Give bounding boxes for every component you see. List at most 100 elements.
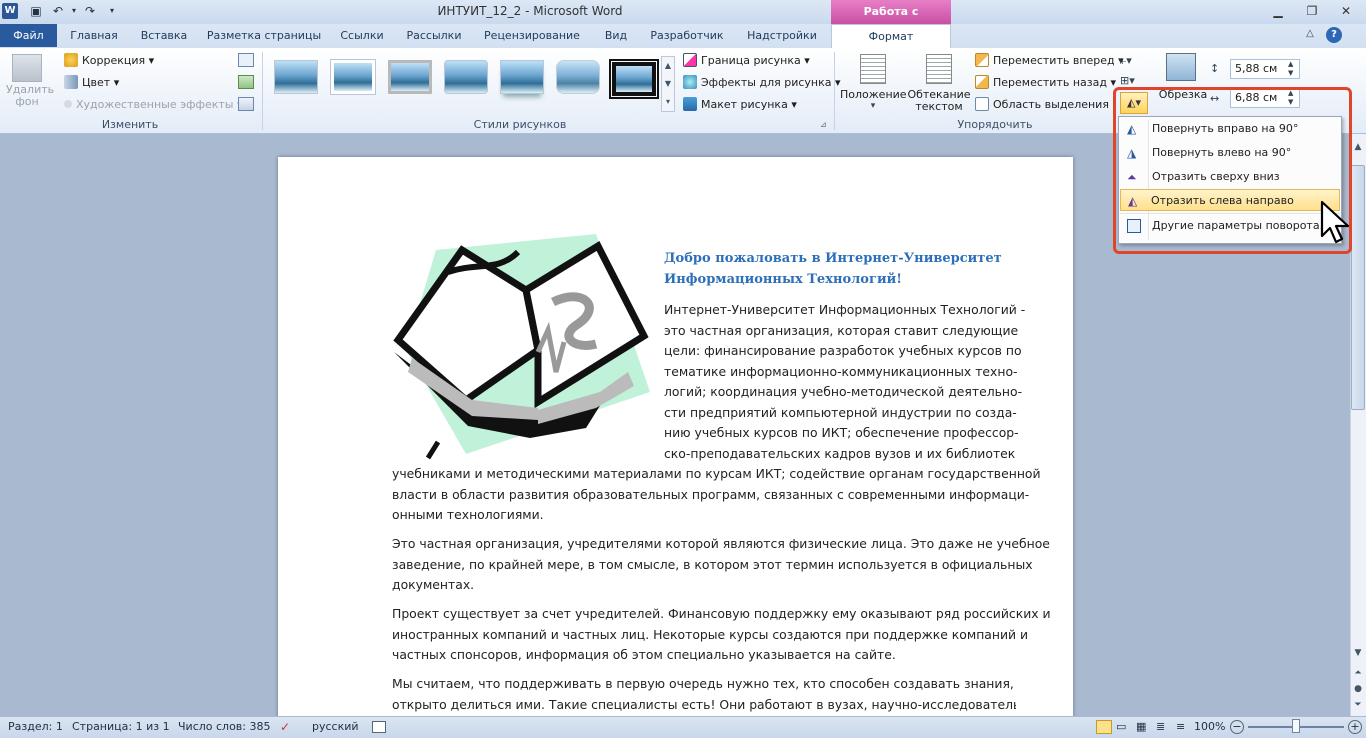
picture-style-thumb[interactable] (274, 60, 318, 94)
picture-style-thumb[interactable] (556, 60, 600, 94)
macro-record-icon[interactable] (372, 721, 386, 733)
book-clipart-image[interactable] (388, 232, 656, 460)
picture-style-thumb[interactable] (331, 60, 375, 94)
color-button[interactable]: Цвет ▾ (64, 74, 119, 92)
correction-label: Коррекция (82, 54, 146, 67)
crop-icon[interactable] (1166, 53, 1196, 81)
select-browse-object-icon[interactable]: ● (1351, 684, 1365, 698)
group-label-picture-styles: Стили рисунков (473, 118, 567, 131)
word-app-icon[interactable]: W (2, 3, 18, 19)
zoom-in-icon[interactable]: + (1348, 720, 1362, 734)
picture-effects-button[interactable]: Эффекты для рисунка ▾ (683, 74, 841, 92)
selection-pane-label: Область выделения (993, 98, 1109, 111)
selection-pane-button[interactable]: Область выделения (975, 96, 1109, 114)
scroll-thumb[interactable] (1351, 165, 1365, 410)
text-line: сти предприятий компьютерной индустрии п… (664, 404, 1017, 420)
compress-pictures-icon[interactable] (238, 53, 254, 67)
text-line: логий; координация учебно-методической д… (664, 384, 1023, 399)
remove-background-button[interactable]: Удалить фон (6, 52, 54, 114)
status-language[interactable]: русский (312, 719, 359, 735)
spelling-check-icon[interactable]: ✓ (280, 719, 290, 735)
zoom-out-icon[interactable]: − (1230, 720, 1244, 734)
outline-view-icon[interactable]: ≣ (1156, 719, 1165, 735)
picture-layout-icon (683, 97, 697, 111)
previous-page-icon[interactable]: ⏶ (1351, 668, 1365, 682)
picture-style-thumb[interactable] (388, 60, 432, 94)
tab-format[interactable]: Формат (831, 24, 951, 49)
redo-icon[interactable]: ↷ (82, 3, 98, 19)
dialog-launcher-icon[interactable]: ⊿ (820, 120, 830, 130)
highlight-annotation-box (1113, 87, 1352, 254)
picture-border-button[interactable]: Граница рисунка ▾ (683, 52, 810, 70)
undo-icon[interactable]: ↶ (50, 3, 66, 19)
wrap-text-icon (926, 54, 952, 84)
save-icon[interactable]: ▣ (28, 3, 44, 19)
tab-review[interactable]: Рецензирование (478, 24, 586, 48)
customize-qat-icon[interactable]: ▾ (104, 3, 120, 19)
close-icon[interactable]: ✕ (1334, 2, 1358, 20)
tab-mailings[interactable]: Рассылки (400, 24, 468, 48)
text-line: иностранных компаний и частных лиц. Неко… (392, 626, 1029, 642)
styles-gallery-scroll[interactable]: ▲ ▼ ▾ (661, 56, 675, 112)
change-picture-icon[interactable] (238, 75, 254, 89)
text-line: власти в области развития образовательны… (392, 486, 1030, 502)
bring-forward-label: Переместить вперед (993, 54, 1115, 67)
send-backward-icon (975, 75, 989, 89)
position-button[interactable]: Положение ▾ (840, 52, 907, 116)
send-backward-button[interactable]: Переместить назад ▾ (975, 74, 1116, 92)
group-label-change: Изменить (101, 118, 159, 131)
tab-home[interactable]: Главная (64, 24, 124, 48)
bring-forward-icon (975, 53, 989, 67)
text-line: Это частная организация, учредителями ко… (392, 536, 1050, 551)
tab-references[interactable]: Ссылки (334, 24, 390, 48)
tab-page-layout[interactable]: Разметка страницы (204, 24, 324, 48)
picture-border-label: Граница рисунка (701, 54, 801, 67)
full-screen-view-icon[interactable]: ▭ (1116, 719, 1126, 735)
position-icon (860, 54, 886, 84)
picture-style-thumb-selected[interactable] (609, 59, 659, 99)
bring-forward-button[interactable]: Переместить вперед ▾ (975, 52, 1124, 70)
group-objects-icon[interactable]: ⊞▾ (1120, 74, 1146, 88)
remove-background-label-2: фон (15, 95, 39, 108)
tab-addins[interactable]: Надстройки (740, 24, 824, 48)
scroll-down-icon[interactable]: ▼ (1351, 648, 1365, 664)
document-heading: Добро пожаловать в Интернет-Университет … (664, 251, 1002, 287)
scroll-up-icon[interactable]: ▲ (1351, 142, 1365, 158)
web-layout-view-icon[interactable]: ▦ (1136, 719, 1146, 735)
next-page-icon[interactable]: ⏷ (1351, 700, 1365, 714)
minimize-icon[interactable]: ▁ (1266, 2, 1290, 20)
tab-developer[interactable]: Разработчик (644, 24, 730, 48)
restore-icon[interactable]: ❐ (1300, 2, 1324, 20)
print-layout-view-icon[interactable] (1096, 720, 1112, 734)
text-line: онными технологиями. (392, 507, 544, 522)
status-page[interactable]: Страница: 1 из 1 (72, 719, 170, 735)
wrap-text-button[interactable]: Обтекание текстом (906, 52, 972, 116)
picture-style-thumb[interactable] (444, 60, 488, 94)
picture-layout-button[interactable]: Макет рисунка ▾ (683, 96, 797, 114)
status-section[interactable]: Раздел: 1 (8, 719, 63, 735)
align-icon[interactable]: ⫦▾ (1120, 54, 1146, 68)
zoom-level[interactable]: 100% (1194, 719, 1225, 735)
text-line: частных спонсоров, информация об этом сп… (392, 647, 896, 662)
tab-view[interactable]: Вид (596, 24, 636, 48)
paragraph-4: Мы считаем, что поддерживать в первую оч… (392, 674, 1016, 716)
status-word-count[interactable]: Число слов: 385 (178, 719, 271, 735)
tab-file[interactable]: Файл (0, 24, 57, 47)
zoom-slider-thumb[interactable] (1292, 719, 1300, 733)
group-separator (262, 52, 263, 130)
draft-view-icon[interactable]: ≡ (1176, 719, 1185, 735)
help-icon[interactable]: ? (1326, 27, 1342, 43)
minimize-ribbon-icon[interactable]: △ (1302, 28, 1318, 44)
text-line: документах. (392, 577, 475, 592)
tab-insert[interactable]: Вставка (134, 24, 194, 48)
picture-style-thumb[interactable] (500, 60, 544, 94)
undo-dropdown-icon[interactable]: ▾ (66, 3, 82, 19)
artistic-effects-button[interactable]: Художественные эффекты ▾ (64, 96, 242, 114)
remove-background-icon (12, 54, 42, 82)
correction-button[interactable]: Коррекция ▾ (64, 52, 154, 70)
height-spinner[interactable]: ▲ ▼ (1288, 60, 1298, 78)
text-line: ско-преподавательских кадров вузов и их … (664, 445, 1016, 461)
reset-picture-icon[interactable] (238, 97, 254, 111)
position-label: Положение (840, 88, 907, 101)
picture-tools-context-header: Работа с рисунками (831, 0, 951, 42)
